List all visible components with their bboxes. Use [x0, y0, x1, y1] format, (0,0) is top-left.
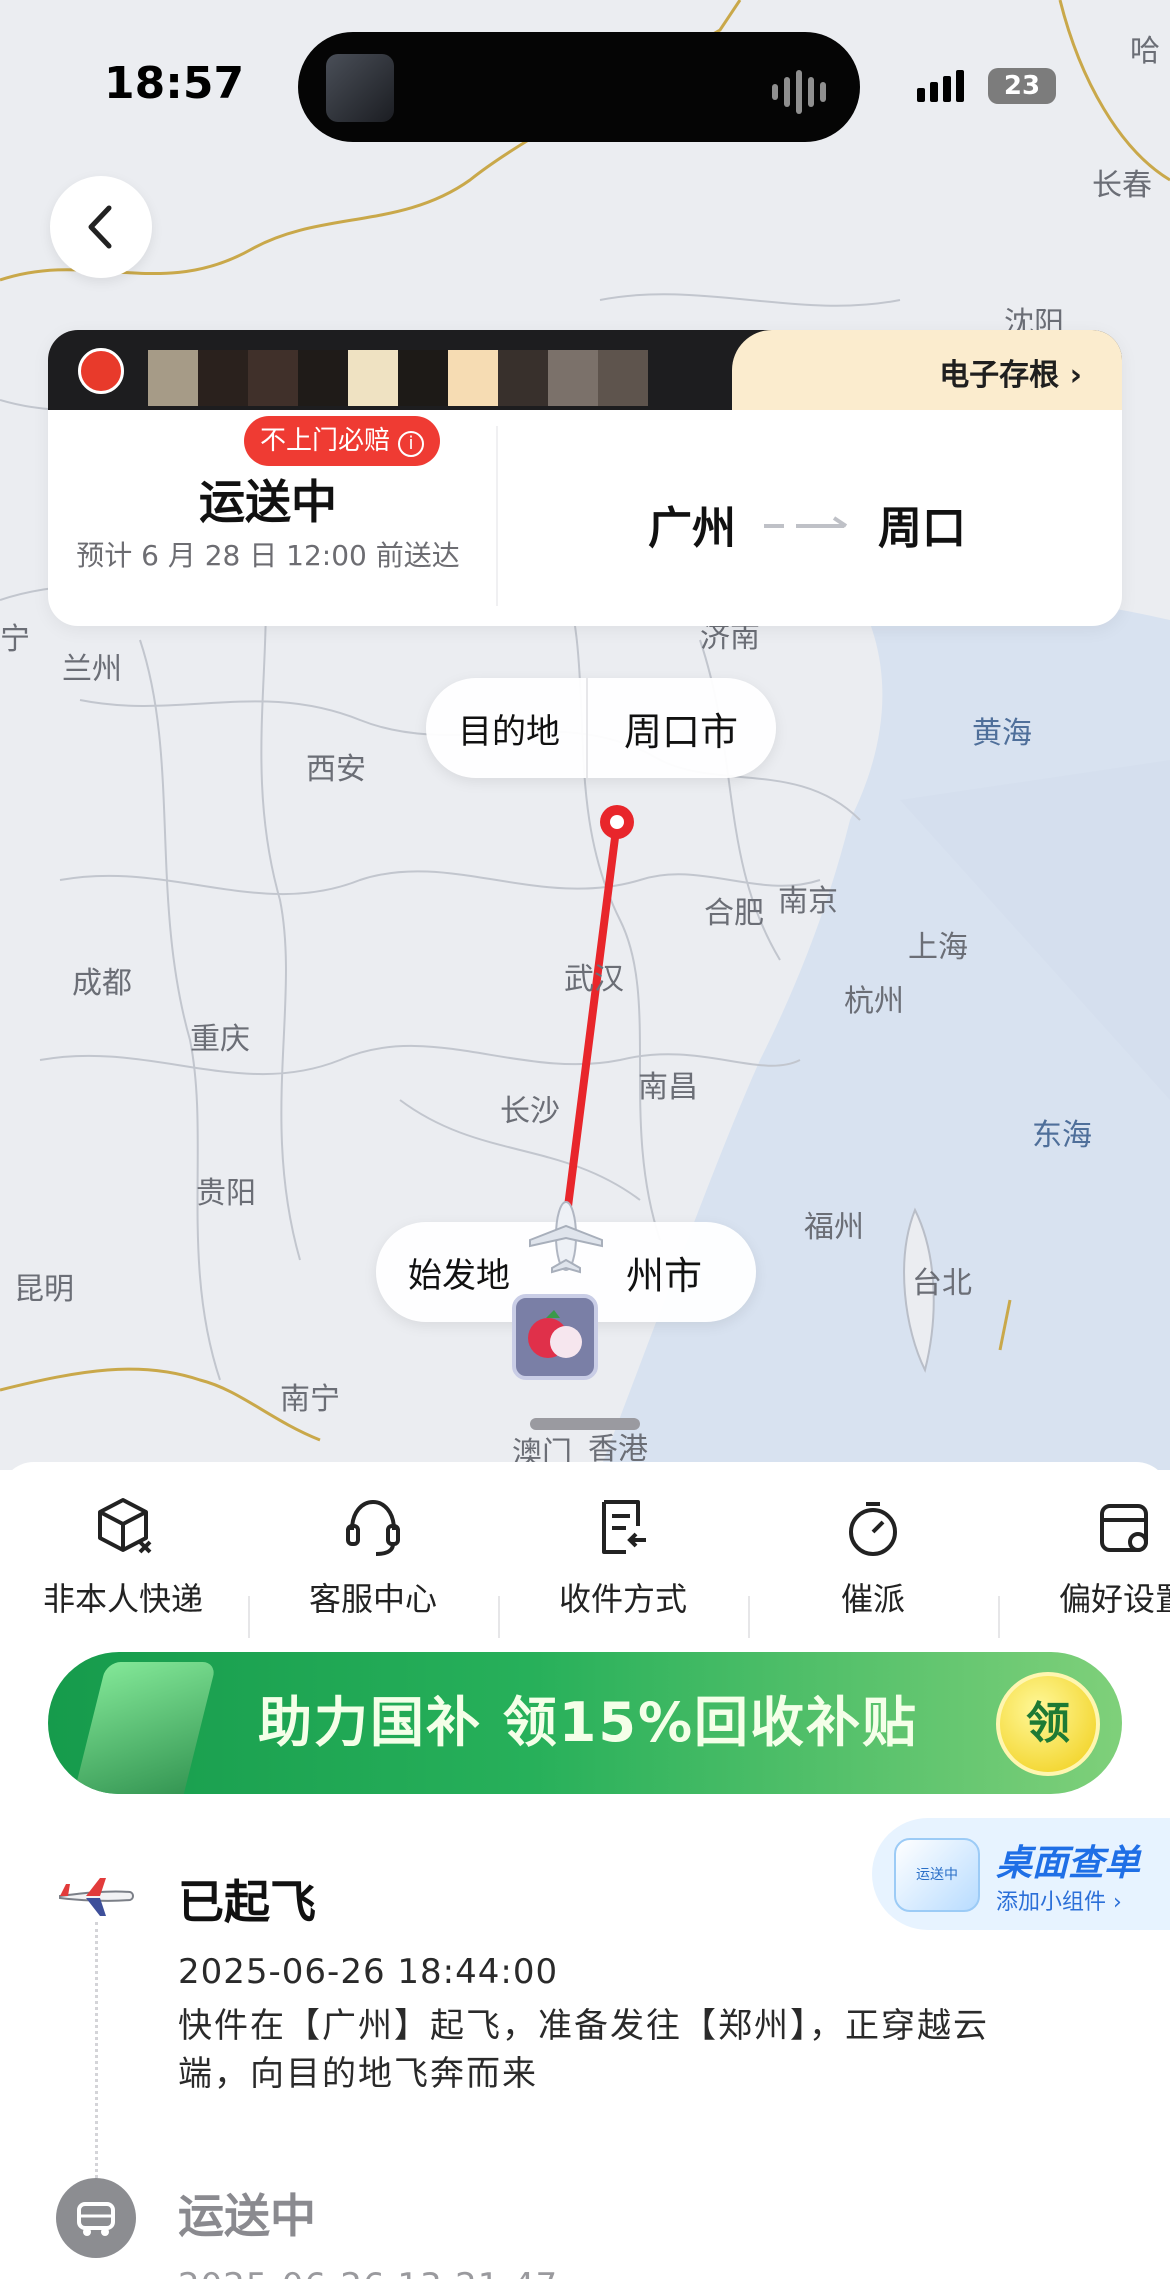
phone-illustration [69, 1662, 217, 1794]
subsidy-banner[interactable]: 助力国补 领15%回收补贴 领 [48, 1652, 1122, 1794]
route-map[interactable]: 哈 长春 沈阳 济南 兰州 西安 宁 合肥 南京 上海 成都 武汉 杭州 重庆 … [0, 0, 1170, 1470]
city-label: 武汉 [564, 962, 624, 997]
destination-city: 周口市 [624, 709, 739, 754]
city-label: 合肥 [704, 896, 764, 931]
claim-button[interactable]: 领 [996, 1672, 1100, 1776]
destination-label: 目的地 [458, 711, 560, 752]
sea-label: 东海 [1032, 1118, 1092, 1153]
tag-text: 不上门必赔 [260, 426, 391, 456]
headset-icon [346, 1499, 400, 1556]
city-label: 南宁 [280, 1382, 340, 1417]
dynamic-island[interactable] [298, 32, 860, 142]
e-stub-link[interactable]: 电子存根 › [939, 350, 1082, 394]
no-door-compensation-tag[interactable]: 不上门必赔 i [244, 416, 441, 466]
city-label: 杭州 [844, 984, 904, 1019]
parcel-marker[interactable] [512, 1294, 598, 1380]
action-not-mine[interactable]: 非本人快递 [0, 1492, 248, 1620]
airplane-icon [59, 1878, 134, 1916]
event-time: 2025-06-26 18:44:00 [178, 1952, 559, 1992]
truck-icon [56, 2178, 136, 2258]
event-description: 快件在【广州】起飞，准备发往【郑州】，正穿越云端，向目的地飞奔而来 [178, 2006, 989, 2094]
airplane-icon [529, 1201, 603, 1274]
sea-label: 黄海 [972, 716, 1032, 751]
city-label: 重庆 [190, 1022, 250, 1057]
signal-icon [917, 70, 964, 102]
destination-city-name: 周口 [878, 503, 966, 554]
battery-indicator: 23 [988, 68, 1056, 104]
chevron-left-icon [88, 205, 112, 249]
shipment-state: 运送中 [199, 475, 337, 529]
event-title: 已起飞 [178, 1875, 316, 1929]
card-header-strip: 电子存根 › [48, 330, 1122, 410]
action-label: 偏好设置 [1058, 1580, 1170, 1618]
route-summary: 广州 周口 [648, 492, 966, 556]
quick-actions: 非本人快递 客服中心 收件方式 催派 偏好设 [0, 1492, 1170, 1642]
city-label: 宁 [0, 622, 30, 657]
banner-text: 助力国补 领15%回收补贴 [258, 1691, 919, 1754]
e-stub-tab[interactable]: 电子存根 › [732, 330, 1122, 410]
city-label: 成都 [72, 966, 132, 1001]
courier-badge-icon [78, 348, 124, 394]
map-handle[interactable] [530, 1418, 640, 1430]
action-customer-service[interactable]: 客服中心 [248, 1492, 498, 1620]
now-playing-artwork [326, 54, 394, 122]
action-urge-delivery[interactable]: 催派 [748, 1492, 998, 1620]
audio-wave-icon [772, 70, 826, 114]
city-label: 台北 [912, 1266, 972, 1301]
route-arrow-icon [764, 516, 848, 528]
package-x-icon [98, 1498, 152, 1554]
preference-box-icon [1100, 1504, 1148, 1552]
action-receive-method[interactable]: 收件方式 [498, 1492, 748, 1620]
destination-pill[interactable]: 目的地 周口市 [426, 678, 777, 778]
info-icon[interactable]: i [398, 431, 425, 457]
action-label: 收件方式 [558, 1580, 687, 1618]
origin-city-name: 广州 [648, 503, 736, 554]
estimated-delivery: 预计 6 月 28 日 12:00 前送达 [76, 539, 460, 572]
action-label: 催派 [840, 1580, 905, 1618]
shipment-info-card[interactable]: 电子存根 › 不上门必赔 i 运送中 预计 6 月 28 日 12:00 前送达 … [48, 330, 1122, 626]
city-label: 长沙 [500, 1094, 560, 1129]
city-label: 兰州 [62, 652, 122, 687]
city-label: 昆明 [14, 1272, 74, 1307]
stopwatch-icon [849, 1502, 897, 1556]
origin-label: 始发地 [408, 1255, 510, 1296]
action-preferences[interactable]: 偏好设置 [998, 1492, 1170, 1620]
lychee-icon [528, 1310, 582, 1358]
city-label: 南昌 [638, 1070, 698, 1105]
city-label: 西安 [306, 752, 366, 787]
back-button[interactable] [50, 176, 152, 278]
action-label: 客服中心 [308, 1580, 437, 1618]
city-label: 贵阳 [196, 1176, 256, 1211]
receive-method-icon [602, 1500, 646, 1554]
truck-glyph-icon [77, 2202, 115, 2236]
city-label: 南京 [778, 884, 838, 919]
detail-sheet: 非本人快递 客服中心 收件方式 催派 偏好设 助力国补 领15%回收补贴 领 运… [0, 1462, 1170, 2279]
status-time: 18:57 [104, 58, 245, 109]
city-label: 福州 [804, 1210, 864, 1245]
redacted-mosaic [148, 350, 648, 406]
city-label: 上海 [908, 930, 968, 965]
city-label: 长春 [1092, 168, 1152, 203]
event-title: 运送中 [178, 2189, 316, 2243]
tracking-timeline: 已起飞 2025-06-26 18:44:00 快件在【广州】起飞，准备发往【郑… [0, 1842, 1170, 2279]
event-time: 2025-06-26 13:21:47 [178, 2266, 558, 2279]
card-divider [496, 426, 498, 606]
action-label: 非本人快递 [42, 1580, 203, 1618]
city-label: 哈 [1130, 34, 1160, 69]
